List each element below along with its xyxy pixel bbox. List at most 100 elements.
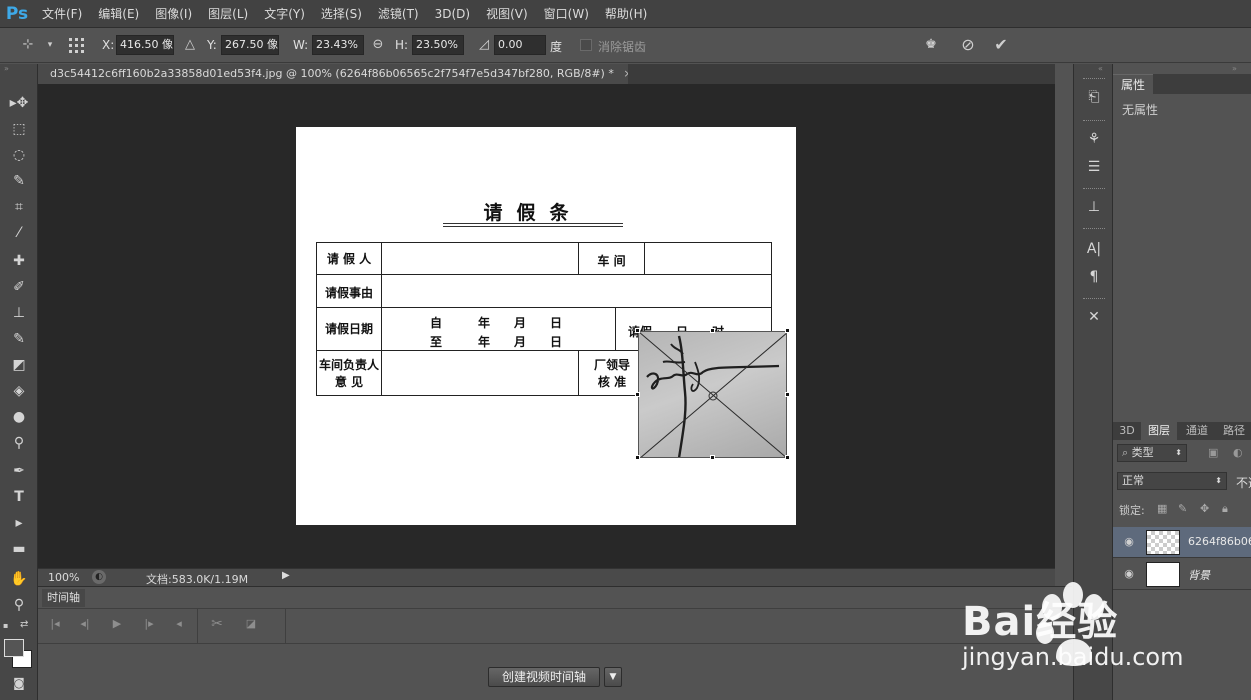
transform-handle-mr[interactable]	[785, 392, 790, 397]
height-input[interactable]: 23.50%	[412, 35, 464, 55]
transform-handle-tl[interactable]	[635, 328, 640, 333]
transform-tool-icon[interactable]: ⊹	[18, 35, 38, 55]
type-tool-icon[interactable]: T	[6, 486, 32, 508]
play-icon[interactable]: ▶	[106, 615, 128, 633]
commit-transform-icon[interactable]: ✔	[991, 35, 1011, 55]
menu-3d[interactable]: 3D(D)	[427, 7, 478, 21]
brush-tool-icon[interactable]: ✐	[6, 276, 32, 298]
menu-file[interactable]: 文件(F)	[34, 5, 90, 22]
default-colors-icon[interactable]: ▪	[3, 621, 13, 631]
status-menu-arrow-icon[interactable]: ▶	[282, 570, 294, 584]
quick-mask-icon[interactable]: ◙	[6, 672, 32, 694]
split-scissors-icon[interactable]: ✂	[206, 615, 228, 633]
audio-icon[interactable]: ◂	[168, 615, 190, 633]
pen-tool-icon[interactable]: ✒	[6, 460, 32, 482]
quick-select-tool-icon[interactable]: ✎	[6, 170, 32, 192]
x-label: X:	[102, 38, 115, 52]
status-info-icon[interactable]: ◐	[92, 570, 106, 584]
layer-row-signature[interactable]: ◉ 6264f86b065	[1113, 527, 1251, 558]
properties-tab[interactable]: 属性	[1113, 74, 1153, 94]
link-icon[interactable]: ⊖	[368, 35, 388, 55]
relative-position-icon[interactable]: △	[180, 35, 200, 55]
zoom-level[interactable]: 100%	[48, 571, 79, 584]
reference-point-icon[interactable]	[66, 35, 88, 55]
document-tab[interactable]: d3c54412c6ff160b2a33858d01ed53f4.jpg @ 1…	[38, 64, 628, 84]
collapse-panels-icon[interactable]: »	[1232, 64, 1237, 73]
tab-channels[interactable]: 通道	[1179, 422, 1215, 440]
path-selection-tool-icon[interactable]: ▸	[6, 512, 32, 534]
tab-layers[interactable]: 图层	[1141, 422, 1177, 440]
filter-pixel-layer-icon[interactable]: ▣	[1208, 446, 1218, 459]
paint-bucket-tool-icon[interactable]: ◈	[6, 380, 32, 402]
marquee-tool-icon[interactable]: ⬚	[6, 118, 32, 140]
menu-edit[interactable]: 编辑(E)	[90, 5, 147, 22]
history-panel-icon[interactable]: ⎗	[1082, 86, 1106, 108]
transform-handle-bc[interactable]	[710, 455, 715, 460]
crop-tool-icon[interactable]: ⌗	[6, 196, 32, 218]
transform-handle-br[interactable]	[785, 455, 790, 460]
visibility-eye-icon[interactable]: ◉	[1121, 535, 1137, 549]
paragraph-panel-icon[interactable]: ¶	[1082, 266, 1106, 288]
create-video-timeline-button[interactable]: 创建视频时间轴	[488, 667, 600, 687]
menu-image[interactable]: 图像(I)	[147, 5, 200, 22]
eyedropper-tool-icon[interactable]: ⁄	[6, 222, 32, 244]
menu-layer[interactable]: 图层(L)	[200, 5, 256, 22]
menu-select[interactable]: 选择(S)	[313, 5, 370, 22]
menu-window[interactable]: 窗口(W)	[536, 5, 597, 22]
antialias-checkbox[interactable]	[580, 39, 592, 51]
tool-presets-icon[interactable]: ✕	[1082, 306, 1106, 328]
eraser-tool-icon[interactable]: ◩	[6, 354, 32, 376]
transition-icon[interactable]: ◪	[240, 615, 262, 633]
close-tab-icon[interactable]: ×	[623, 67, 628, 80]
lock-position-icon[interactable]: ✥	[1200, 502, 1209, 515]
adjustments-panel-icon[interactable]: ☰	[1082, 156, 1106, 178]
lock-all-icon[interactable]: 🔒︎	[1222, 502, 1228, 516]
tool-preset-dropdown-icon[interactable]: ▾	[40, 35, 60, 55]
lock-pixels-icon[interactable]: ✎	[1178, 502, 1187, 515]
go-to-first-frame-icon[interactable]: |◂	[44, 615, 66, 633]
transform-handle-bl[interactable]	[635, 455, 640, 460]
menu-filter[interactable]: 滤镜(T)	[370, 5, 427, 22]
timeline-tab[interactable]: 时间轴	[42, 589, 85, 607]
character-panel-icon[interactable]: A|	[1082, 238, 1106, 260]
swap-colors-icon[interactable]: ⇄	[20, 619, 32, 631]
healing-brush-tool-icon[interactable]: ✚	[6, 250, 32, 272]
transform-handle-ml[interactable]	[635, 392, 640, 397]
menu-help[interactable]: 帮助(H)	[597, 5, 655, 22]
filter-adjustment-icon[interactable]: ◐	[1233, 446, 1243, 459]
layer-filter-select[interactable]: ⌕ 类型 ⬍	[1117, 444, 1187, 462]
rectangle-tool-icon[interactable]: ▬	[6, 538, 32, 560]
next-frame-icon[interactable]: |▸	[138, 615, 160, 633]
dodge-tool-icon[interactable]: ⚲	[6, 432, 32, 454]
collapse-tools-icon[interactable]: »	[0, 64, 38, 73]
create-timeline-dropdown-icon[interactable]: ▼	[604, 667, 622, 687]
tab-paths[interactable]: 路径	[1217, 422, 1251, 440]
history-brush-tool-icon[interactable]: ✎	[6, 328, 32, 350]
blur-tool-icon[interactable]: ●	[6, 406, 32, 428]
clone-stamp-tool-icon[interactable]: ⊥	[6, 302, 32, 324]
warp-mode-icon[interactable]: ♚	[921, 35, 941, 55]
previous-frame-icon[interactable]: ◂|	[74, 615, 96, 633]
menu-view[interactable]: 视图(V)	[478, 5, 536, 22]
blend-mode-select[interactable]: 正常 ⬍	[1117, 472, 1227, 490]
signature-layer[interactable]	[638, 331, 787, 458]
tab-3d[interactable]: 3D	[1113, 422, 1141, 440]
cancel-transform-icon[interactable]: ⊘	[958, 35, 978, 55]
width-input[interactable]: 23.43%	[312, 35, 364, 55]
x-position-input[interactable]: 416.50 像素	[116, 35, 174, 55]
brush-presets-icon[interactable]: ⚘	[1082, 128, 1106, 150]
clone-source-icon[interactable]: ⊥	[1082, 196, 1106, 218]
transform-handle-tr[interactable]	[785, 328, 790, 333]
foreground-color-swatch[interactable]	[4, 639, 24, 657]
move-tool-icon[interactable]: ▸✥	[6, 92, 32, 114]
zoom-tool-icon[interactable]: ⚲	[6, 594, 32, 616]
transform-handle-tc[interactable]	[710, 328, 715, 333]
from-date-row: 自 年 月 日	[430, 316, 563, 330]
hand-tool-icon[interactable]: ✋	[6, 568, 32, 590]
lasso-tool-icon[interactable]: ◌	[6, 144, 32, 166]
collapse-strip-icon[interactable]: «	[1098, 64, 1103, 73]
rotate-angle-input[interactable]: 0.00	[494, 35, 546, 55]
lock-transparency-icon[interactable]: ▦	[1157, 502, 1167, 515]
menu-type[interactable]: 文字(Y)	[256, 5, 313, 22]
y-position-input[interactable]: 267.50 像素	[221, 35, 279, 55]
